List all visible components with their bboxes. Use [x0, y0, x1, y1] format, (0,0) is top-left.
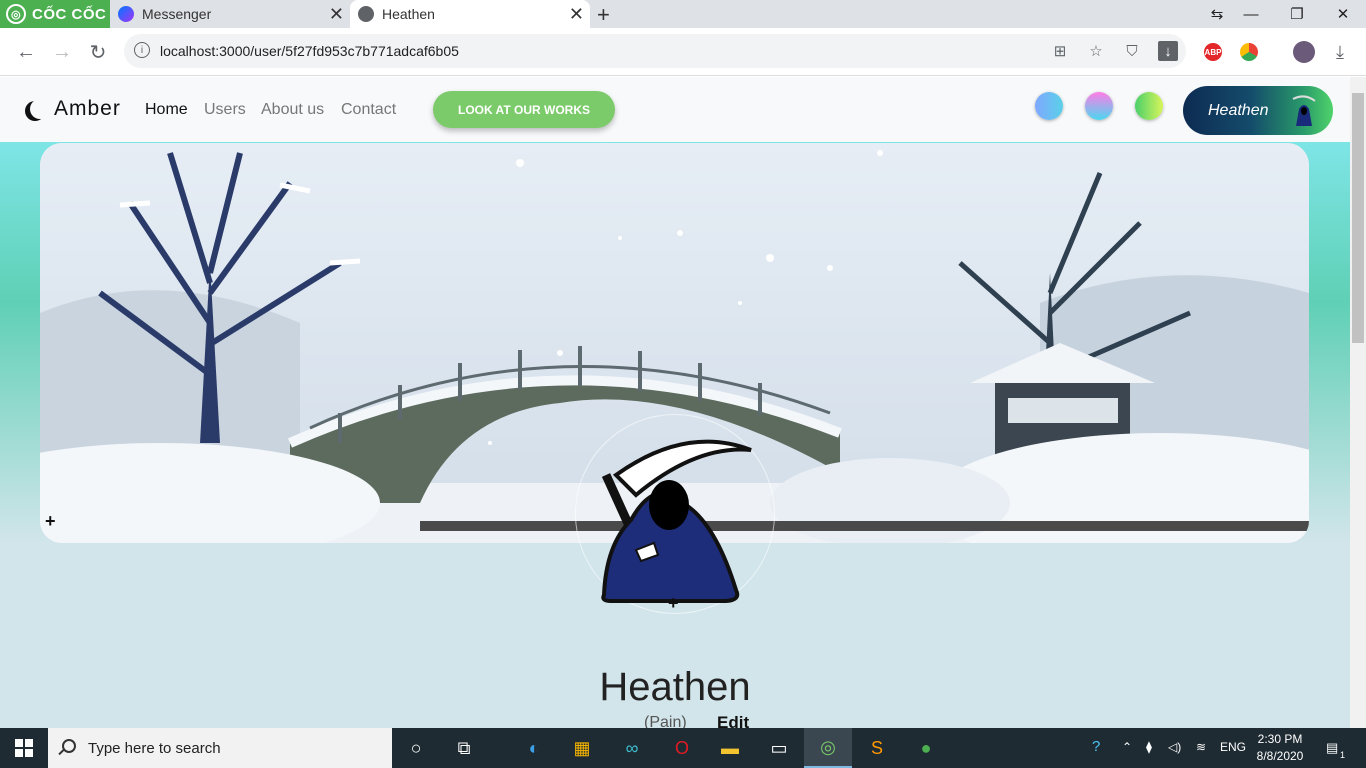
- back-icon[interactable]: ←: [12, 38, 40, 66]
- profile-subtitle: (Pain): [644, 714, 687, 728]
- site-info-icon[interactable]: i: [134, 42, 150, 58]
- look-at-our-works-button[interactable]: LOOK AT OUR WORKS: [433, 91, 615, 128]
- chrome-extension-icon[interactable]: [1240, 43, 1258, 61]
- help-icon[interactable]: ?: [1092, 738, 1100, 755]
- taskbar-clock[interactable]: 2:30 PM 8/8/2020: [1254, 731, 1306, 765]
- site-brand[interactable]: Amber: [24, 97, 121, 121]
- coccoc-icon[interactable]: ◎: [804, 728, 852, 768]
- globe-icon: [358, 6, 374, 22]
- downloads-icon[interactable]: ⤓: [1326, 38, 1354, 66]
- file-explorer-icon[interactable]: ▬: [706, 728, 754, 768]
- maximize-button[interactable]: ❐: [1274, 0, 1320, 28]
- theme-swatch-blue[interactable]: [1035, 92, 1063, 120]
- new-tab-button[interactable]: +: [597, 2, 610, 28]
- dropbox-icon[interactable]: ⧫: [1146, 740, 1152, 754]
- reload-icon[interactable]: ↻: [84, 38, 112, 66]
- address-bar[interactable]: i localhost:3000/user/5f27fd953c7b771adc…: [124, 34, 1186, 68]
- plus-icon[interactable]: +: [668, 593, 679, 614]
- store-icon[interactable]: ▦: [558, 728, 606, 768]
- shield-icon[interactable]: ⛉: [1122, 41, 1142, 61]
- minimize-button[interactable]: —: [1228, 0, 1274, 28]
- profile-name: Heathen: [599, 665, 751, 709]
- notification-count: 1: [1340, 750, 1346, 760]
- browser-toolbar: ← → ↻ i localhost:3000/user/5f27fd953c7b…: [0, 28, 1366, 76]
- terminal-icon[interactable]: ▭: [755, 728, 803, 768]
- edit-profile-link[interactable]: Edit: [717, 713, 749, 728]
- tab-title: Heathen: [382, 6, 435, 22]
- infinity-icon[interactable]: ∞: [608, 728, 656, 768]
- translate-icon[interactable]: ⊞: [1050, 41, 1070, 61]
- user-menu-label: Heathen: [1208, 101, 1269, 119]
- reaper-avatar-icon: [1292, 95, 1316, 126]
- nav-users[interactable]: Users: [204, 101, 246, 119]
- wifi-icon[interactable]: ≋: [1196, 740, 1206, 754]
- browser-tab-bar: ◎ CỐC CỐC Messenger ✕ Heathen ✕ + ⇆ — ❐ …: [0, 0, 1366, 28]
- windows-taskbar: Type here to search ○ ⧉ ◐ ▦ ∞ O ▬ ▭ ◎ S …: [0, 728, 1366, 768]
- moon-icon: [30, 99, 50, 119]
- download-page-icon[interactable]: ↓: [1158, 41, 1178, 61]
- task-view-icon[interactable]: ⧉: [440, 728, 488, 768]
- opera-icon[interactable]: O: [658, 728, 706, 768]
- clock-date: 8/8/2020: [1256, 749, 1304, 763]
- edge-icon[interactable]: ◐: [510, 728, 558, 768]
- scrollbar-thumb[interactable]: [1352, 93, 1364, 343]
- user-menu-button[interactable]: Heathen: [1183, 86, 1333, 135]
- adblock-plus-icon[interactable]: ABP: [1204, 43, 1222, 61]
- search-placeholder: Type here to search: [88, 739, 221, 757]
- tab-title: Messenger: [142, 6, 212, 22]
- coccoc-brand-button[interactable]: ◎ CỐC CỐC: [0, 0, 110, 28]
- url-text: localhost:3000/user/5f27fd953c7b771adcaf…: [160, 43, 459, 59]
- close-window-button[interactable]: ✕: [1320, 0, 1366, 28]
- page-scrollbar[interactable]: [1350, 77, 1366, 728]
- theme-swatch-green[interactable]: [1135, 92, 1163, 120]
- messenger-icon: [118, 6, 134, 22]
- mongodb-icon[interactable]: ●: [902, 728, 950, 768]
- coccoc-logo-icon: ◎: [6, 4, 26, 24]
- nav-contact[interactable]: Contact: [341, 101, 396, 119]
- site-navbar: Amber Home Users About us Contact LOOK A…: [0, 77, 1350, 142]
- nav-about-us[interactable]: About us: [261, 101, 324, 119]
- tab-heathen[interactable]: Heathen ✕: [350, 0, 590, 28]
- theme-swatch-pink[interactable]: [1085, 92, 1113, 120]
- plus-icon[interactable]: +: [45, 511, 56, 532]
- profile-avatar-frame[interactable]: [575, 414, 775, 614]
- clock-time: 2:30 PM: [1257, 732, 1303, 746]
- taskbar-search-box[interactable]: Type here to search: [48, 728, 392, 768]
- tab-messenger[interactable]: Messenger ✕: [110, 0, 350, 28]
- forward-icon[interactable]: →: [48, 38, 76, 66]
- cortana-icon[interactable]: ○: [392, 728, 440, 768]
- nav-home[interactable]: Home: [145, 101, 188, 119]
- bookmark-star-icon[interactable]: ☆: [1086, 41, 1106, 61]
- close-tab-icon[interactable]: ✕: [329, 4, 344, 24]
- notification-center-icon[interactable]: ▤: [1326, 740, 1338, 756]
- grim-reaper-avatar: [601, 439, 752, 603]
- chevron-up-icon[interactable]: ⌃: [1122, 740, 1132, 754]
- sublime-icon[interactable]: S: [853, 728, 901, 768]
- close-tab-icon[interactable]: ✕: [569, 4, 584, 24]
- profile-avatar[interactable]: [1293, 41, 1315, 63]
- brand-label: Amber: [54, 97, 121, 120]
- coccoc-brand-label: CỐC CỐC: [32, 5, 107, 23]
- language-indicator[interactable]: ENG: [1220, 740, 1246, 754]
- windows-logo-icon: [15, 739, 33, 757]
- page-viewport: Amber Home Users About us Contact LOOK A…: [0, 77, 1350, 728]
- search-icon: [62, 739, 76, 753]
- start-button[interactable]: [0, 728, 48, 768]
- volume-icon[interactable]: ◁): [1168, 740, 1181, 754]
